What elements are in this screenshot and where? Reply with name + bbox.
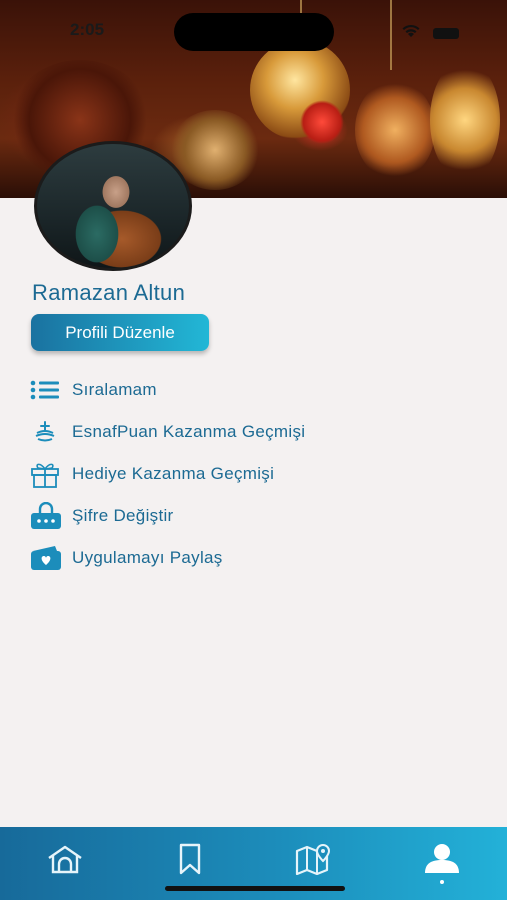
bookmark-icon bbox=[175, 843, 205, 880]
tab-home[interactable] bbox=[43, 841, 87, 881]
menu-item-ranking[interactable]: Sıralamam bbox=[30, 369, 490, 411]
heart-wallet-icon bbox=[30, 543, 63, 573]
menu-item-change-password[interactable]: Şifre Değiştir bbox=[30, 495, 490, 537]
edit-profile-button[interactable]: Profili Düzenle bbox=[31, 314, 209, 351]
list-icon bbox=[30, 375, 63, 405]
user-name: Ramazan Altun bbox=[32, 280, 186, 305]
status-indicators bbox=[401, 24, 459, 43]
coin-stack-icon bbox=[30, 417, 63, 447]
menu-item-label: Hediye Kazanma Geçmişi bbox=[72, 464, 275, 483]
map-pin-icon bbox=[295, 843, 333, 880]
menu-item-share-app[interactable]: Uygulamayı Paylaş bbox=[30, 537, 490, 579]
lock-bag-icon bbox=[30, 501, 63, 531]
active-tab-indicator bbox=[440, 880, 444, 884]
wifi-icon bbox=[401, 24, 421, 43]
home-icon bbox=[46, 844, 84, 879]
menu-item-points-history[interactable]: EsnafPuan Kazanma Geçmişi bbox=[30, 411, 490, 453]
tab-profile[interactable] bbox=[420, 841, 464, 881]
profile-icon bbox=[422, 843, 462, 880]
tab-map[interactable] bbox=[292, 841, 336, 881]
home-indicator bbox=[165, 886, 345, 891]
menu-item-gift-history[interactable]: Hediye Kazanma Geçmişi bbox=[30, 453, 490, 495]
gift-icon bbox=[30, 459, 63, 489]
menu-item-label: Sıralamam bbox=[72, 380, 157, 399]
profile-menu: Sıralamam EsnafPuan Kazanma Geçmişi Hedi… bbox=[30, 369, 490, 579]
avatar[interactable] bbox=[34, 141, 192, 271]
battery-icon bbox=[433, 28, 459, 39]
tab-bookmarks[interactable] bbox=[168, 841, 212, 881]
dynamic-island bbox=[174, 13, 334, 51]
status-time: 2:05 bbox=[70, 20, 105, 39]
menu-item-label: Şifre Değiştir bbox=[72, 506, 174, 525]
menu-item-label: Uygulamayı Paylaş bbox=[72, 548, 223, 567]
menu-item-label: EsnafPuan Kazanma Geçmişi bbox=[72, 422, 306, 441]
